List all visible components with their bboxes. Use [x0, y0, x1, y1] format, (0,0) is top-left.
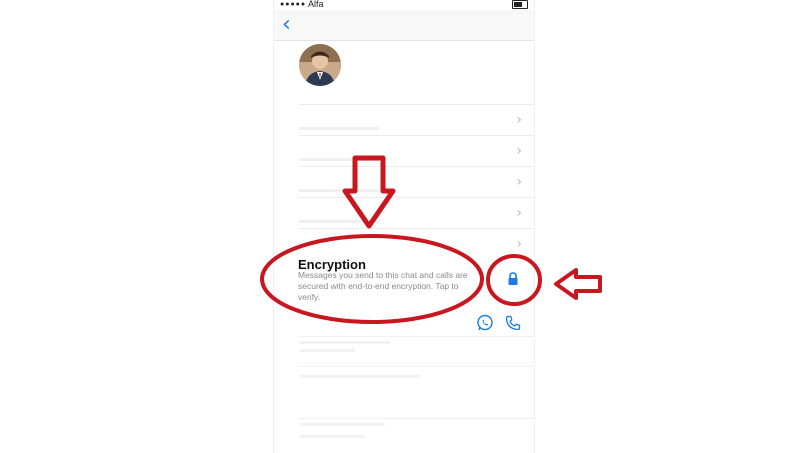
- avatar-photo: [299, 44, 341, 86]
- left-arrow-annotation: [554, 268, 602, 300]
- chevron-right-icon: ›: [516, 112, 522, 128]
- redacted-text: [300, 423, 385, 426]
- status-bar: ●●●●● Alfa: [274, 0, 534, 10]
- chevron-right-icon: ›: [516, 143, 522, 159]
- phone-icon[interactable]: [504, 314, 522, 332]
- chevron-right-icon: ›: [516, 174, 522, 190]
- redacted-text: [299, 189, 379, 192]
- signal-icon: ●●●●●: [280, 1, 307, 8]
- list-item[interactable]: [298, 336, 533, 367]
- redacted-text: [299, 220, 379, 223]
- list-item[interactable]: [298, 418, 533, 449]
- list-item[interactable]: ›: [299, 104, 534, 135]
- carrier-label: Alfa: [308, 0, 324, 9]
- list-item[interactable]: [298, 366, 533, 397]
- redacted-text: [300, 375, 420, 378]
- redacted-text: [300, 435, 365, 438]
- chevron-right-icon: ›: [516, 205, 522, 221]
- call-actions: [476, 314, 526, 334]
- list-item[interactable]: ›: [299, 135, 534, 166]
- encryption-description[interactable]: Messages you send to this chat and calls…: [298, 270, 480, 303]
- redacted-text: [300, 349, 355, 352]
- list-item[interactable]: ›: [299, 228, 534, 259]
- redacted-text: [300, 341, 390, 344]
- chevron-right-icon: ›: [516, 236, 522, 252]
- chevron-left-icon[interactable]: ‹: [282, 14, 291, 36]
- redacted-text: [299, 127, 379, 130]
- list-item[interactable]: ›: [299, 197, 534, 228]
- battery-icon: [512, 0, 528, 9]
- screenshot-stage: ●●●●● Alfa ‹ › › › › › Encryption Messag…: [0, 0, 805, 453]
- avatar[interactable]: [299, 44, 341, 86]
- list-item[interactable]: ›: [299, 166, 534, 197]
- redacted-text: [299, 158, 379, 161]
- whatsapp-icon[interactable]: [476, 314, 494, 332]
- lock-icon[interactable]: [505, 271, 521, 287]
- navigation-bar: ‹: [274, 10, 534, 41]
